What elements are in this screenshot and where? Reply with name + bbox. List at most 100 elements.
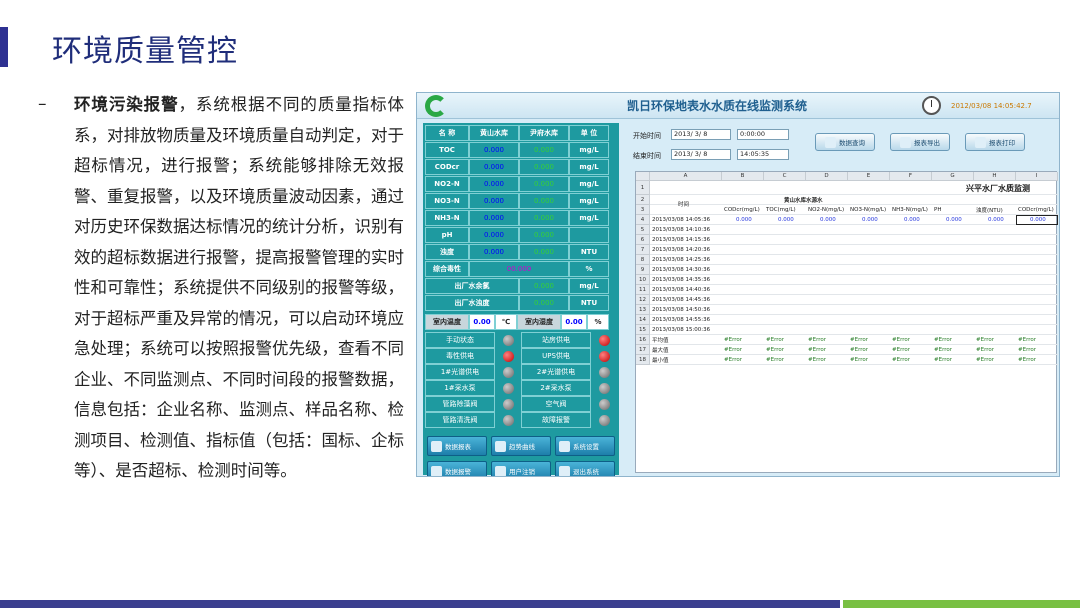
status-led-slot bbox=[591, 412, 617, 428]
nav-button[interactable]: 退出系统 bbox=[555, 461, 615, 476]
param-unit: mg/L bbox=[569, 193, 609, 209]
row-number: 2 bbox=[636, 195, 650, 205]
toxicity-label: 综合毒性 bbox=[425, 261, 469, 277]
value-yinfu: 0.000 bbox=[519, 210, 569, 226]
report-export-button[interactable]: 报表导出 bbox=[890, 133, 950, 151]
nav-button[interactable]: 用户注销 bbox=[491, 461, 551, 476]
column-title: 浊度(NTU) bbox=[976, 208, 1003, 214]
value-huangshan: 0.000 bbox=[469, 159, 519, 175]
header-cell: 名 称 bbox=[425, 125, 469, 141]
nav-button-label: 退出系统 bbox=[573, 468, 599, 476]
column-title: CODcr(mg/L) bbox=[1018, 207, 1054, 213]
end-time-label: 结束时间 bbox=[633, 152, 661, 160]
row-gridline bbox=[650, 314, 1058, 315]
stat-label: 平均值 bbox=[652, 338, 669, 344]
error-cell: #Error bbox=[766, 337, 785, 343]
monitoring-app-screenshot: 凯日环保地表水水质在线监测系统 2012/03/08 14:05:42.7 名 … bbox=[416, 92, 1060, 477]
row-number: 3 bbox=[636, 205, 650, 215]
error-cell: #Error bbox=[724, 357, 743, 363]
time-cell: 2013/03/08 14:20:36 bbox=[652, 247, 711, 253]
data-query-button[interactable]: 数据查询 bbox=[815, 133, 875, 151]
start-date-field[interactable]: 2013/ 3/ 8 bbox=[671, 129, 731, 140]
row-gridline bbox=[650, 194, 1058, 195]
toxicity-value: 00.000 bbox=[469, 261, 569, 277]
error-cell: #Error bbox=[892, 337, 911, 343]
sheet-title: 兴平水厂水质监测 bbox=[966, 184, 1030, 193]
body-heading: 环境污染报警 bbox=[74, 95, 179, 114]
status-indicator-icon bbox=[598, 414, 610, 426]
column-title: PH bbox=[934, 207, 942, 213]
time-cell: 2013/03/08 14:40:36 bbox=[652, 287, 711, 293]
param-name: NO3-N bbox=[425, 193, 469, 209]
app-header: 凯日环保地表水水质在线监测系统 2012/03/08 14:05:42.7 bbox=[417, 93, 1059, 119]
time-cell: 2013/03/08 14:15:36 bbox=[652, 237, 711, 243]
room-hum-unit: % bbox=[587, 314, 609, 330]
status-indicator-icon bbox=[502, 398, 514, 410]
value-yinfu: 0.000 bbox=[519, 176, 569, 192]
value-huangshan: 0.000 bbox=[469, 193, 519, 209]
row-gridline bbox=[650, 244, 1058, 245]
value-cell: 0.000 bbox=[904, 217, 920, 223]
status-row: 1#采水泵 2#采水泵 bbox=[425, 380, 617, 396]
row-gridline bbox=[650, 254, 1058, 255]
nav-button[interactable]: 趋势曲线 bbox=[491, 436, 551, 456]
end-time-field[interactable]: 14:05:35 bbox=[737, 149, 789, 160]
param-name: CODcr bbox=[425, 159, 469, 175]
param-row: NO2-N 0.000 0.000 mg/L bbox=[425, 176, 609, 192]
status-indicator-icon bbox=[598, 382, 610, 394]
room-temp-unit: ℃ bbox=[495, 314, 517, 330]
report-export-label: 报表导出 bbox=[914, 139, 940, 147]
error-cell: #Error bbox=[934, 357, 953, 363]
column-header: G bbox=[932, 172, 974, 181]
logo-icon bbox=[425, 95, 447, 117]
button-icon bbox=[431, 465, 442, 476]
report-print-button[interactable]: 报表打印 bbox=[965, 133, 1025, 151]
error-cell: #Error bbox=[808, 357, 827, 363]
table-header-row: 名 称黄山水库 尹府水库单 位 bbox=[425, 125, 609, 141]
outlet-row: 出厂水余氯 0.000 mg/L bbox=[425, 278, 609, 294]
status-led-slot bbox=[495, 396, 521, 412]
report-spreadsheet[interactable]: A B C D E F G H I 1 2 3 4 5 6 7 8 9 10 11 12 13 14 15 16 17 18 兴平水厂… bbox=[635, 171, 1058, 473]
value-yinfu: 0.000 bbox=[519, 142, 569, 158]
end-date-field[interactable]: 2013/ 3/ 8 bbox=[671, 149, 731, 160]
column-title: NO2-N(mg/L) bbox=[808, 207, 845, 213]
outlet-unit: mg/L bbox=[569, 278, 609, 294]
time-cell: 2013/03/08 14:25:36 bbox=[652, 257, 711, 263]
start-time-field[interactable]: 0:00:00 bbox=[737, 129, 789, 140]
param-row: CODcr 0.000 0.000 mg/L bbox=[425, 159, 609, 175]
row-number: 13 bbox=[636, 305, 650, 315]
column-header: C bbox=[764, 172, 806, 181]
value-yinfu: 0.000 bbox=[519, 227, 569, 243]
column-header: B bbox=[722, 172, 764, 181]
status-label: 管路除藻阀 bbox=[425, 396, 495, 412]
value-cell: 0.000 bbox=[988, 217, 1004, 223]
column-header: I bbox=[1016, 172, 1058, 181]
value-huangshan: 0.000 bbox=[469, 244, 519, 260]
left-panel: 名 称黄山水库 尹府水库单 位 TOC 0.000 0.000 mg/L CODcr 0.00… bbox=[423, 123, 619, 476]
status-row: 手动状态 站房供电 bbox=[425, 332, 617, 348]
status-label: UPS供电 bbox=[521, 348, 591, 364]
status-indicator-icon bbox=[502, 366, 514, 378]
row-number: 5 bbox=[636, 225, 650, 235]
outlet-value: 0.000 bbox=[519, 278, 569, 294]
time-header: 时间 bbox=[678, 202, 690, 208]
error-cell: #Error bbox=[1018, 337, 1037, 343]
nav-button[interactable]: 数据报警 bbox=[427, 461, 487, 476]
stat-label: 最小值 bbox=[652, 358, 669, 364]
param-row: TOC 0.000 0.000 mg/L bbox=[425, 142, 609, 158]
time-cell: 2013/03/08 14:10:36 bbox=[652, 227, 711, 233]
status-indicator-icon bbox=[502, 414, 514, 426]
nav-button[interactable]: 系统设置 bbox=[555, 436, 615, 456]
room-row: 室内温度 0.00 ℃ 室内湿度 0.00% bbox=[425, 314, 609, 330]
status-led-slot bbox=[495, 364, 521, 380]
outlet-unit: NTU bbox=[569, 295, 609, 311]
value-huangshan: 0.000 bbox=[469, 142, 519, 158]
param-row: NO3-N 0.000 0.000 mg/L bbox=[425, 193, 609, 209]
status-led-slot bbox=[591, 332, 617, 348]
row-number: 7 bbox=[636, 245, 650, 255]
nav-button[interactable]: 数据报表 bbox=[427, 436, 487, 456]
status-label: 手动状态 bbox=[425, 332, 495, 348]
status-label: 空气阀 bbox=[521, 396, 591, 412]
value-cell: 0.000 bbox=[820, 217, 836, 223]
error-cell: #Error bbox=[892, 357, 911, 363]
